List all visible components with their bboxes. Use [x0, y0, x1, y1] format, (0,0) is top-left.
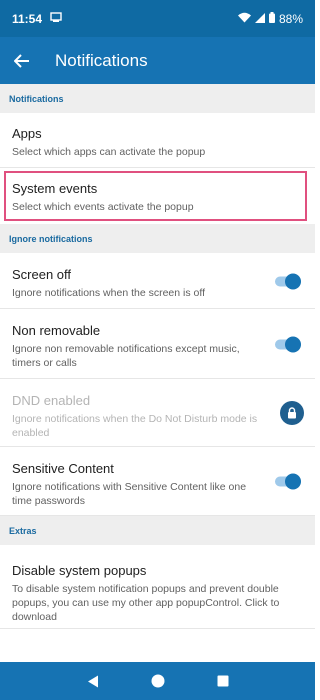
- page-title: Notifications: [55, 50, 148, 70]
- setting-sensitive-content[interactable]: Sensitive Content Ignore notifications w…: [0, 447, 315, 516]
- setting-sensitive-subtitle: Ignore notifications with Sensitive Cont…: [12, 481, 247, 507]
- signal-icon: [254, 12, 265, 26]
- triangle-back-icon: [87, 675, 98, 687]
- screen-off-toggle[interactable]: [275, 273, 301, 289]
- setting-dnd-title: DND enabled: [12, 393, 91, 408]
- setting-screen-off[interactable]: Screen off Ignore notifications when the…: [0, 253, 315, 309]
- settings-list[interactable]: Notifications Apps Select which apps can…: [0, 84, 315, 662]
- circle-home-icon: [151, 674, 164, 688]
- setting-non-removable-subtitle: Ignore non removable notifications excep…: [12, 343, 240, 369]
- section-header-notifications: Notifications: [0, 84, 315, 113]
- arrow-left-icon: [14, 53, 29, 68]
- setting-system-events-title: System events: [12, 181, 98, 196]
- setting-system-events-subtitle: Select which events activate the popup: [12, 201, 194, 213]
- setting-dnd-subtitle: Ignore notifications when the Do Not Dis…: [12, 413, 258, 439]
- lock-icon[interactable]: [280, 400, 304, 425]
- nav-back-button[interactable]: [85, 673, 101, 689]
- sensitive-content-toggle[interactable]: [275, 473, 301, 490]
- system-nav-bar: [0, 662, 315, 700]
- square-recents-icon: [217, 675, 228, 687]
- wifi-icon: [237, 12, 251, 26]
- setting-apps[interactable]: Apps Select which apps can activate the …: [0, 113, 315, 168]
- status-bar: 11:54 88%: [0, 0, 315, 37]
- section-header-ignore-notifications: Ignore notifications: [0, 224, 315, 253]
- setting-apps-title: Apps: [12, 126, 42, 141]
- back-button[interactable]: [0, 37, 44, 84]
- nav-recents-button[interactable]: [215, 673, 231, 689]
- setting-apps-subtitle: Select which apps can activate the popup: [12, 146, 206, 158]
- non-removable-toggle[interactable]: [275, 336, 301, 352]
- section-header-extras: Extras: [0, 516, 315, 545]
- nav-home-button[interactable]: [150, 673, 166, 689]
- setting-screen-off-subtitle: Ignore notifications when the screen is …: [12, 287, 206, 299]
- setting-screen-off-title: Screen off: [12, 267, 72, 282]
- notification-icon: [50, 11, 62, 26]
- app-bar: Notifications: [0, 37, 315, 84]
- battery-level: 88%: [278, 11, 303, 26]
- setting-system-events[interactable]: System events Select which events activa…: [4, 171, 307, 221]
- setting-sensitive-title: Sensitive Content: [12, 461, 114, 476]
- setting-non-removable-title: Non removable: [12, 323, 101, 338]
- setting-disable-popups-subtitle: To disable system notification popups an…: [12, 583, 280, 623]
- setting-non-removable[interactable]: Non removable Ignore non removable notif…: [0, 309, 315, 379]
- setting-dnd-enabled[interactable]: DND enabled Ignore notifications when th…: [0, 379, 315, 447]
- status-time: 11:54: [12, 11, 43, 26]
- setting-disable-system-popups[interactable]: Disable system popups To disable system …: [0, 545, 315, 629]
- battery-icon: [268, 11, 275, 26]
- setting-disable-popups-title: Disable system popups: [12, 563, 147, 578]
